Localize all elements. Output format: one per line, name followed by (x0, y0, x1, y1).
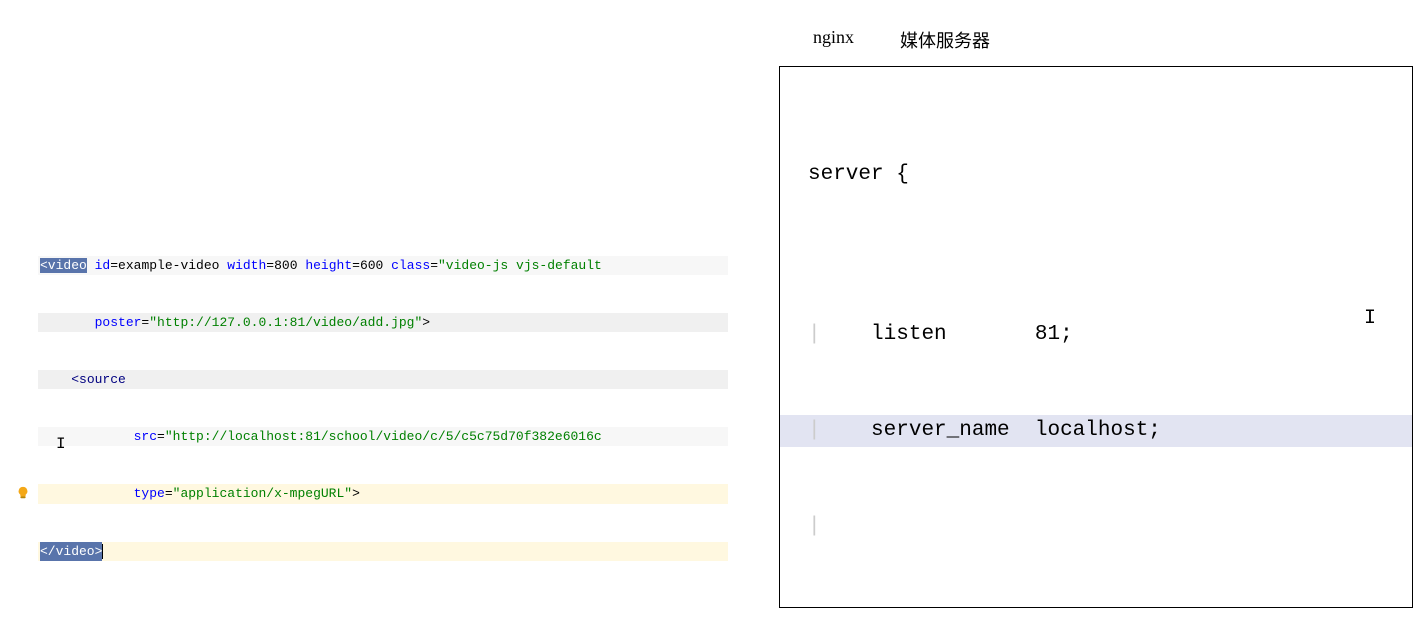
nginx-listen-line: | listen 81; (808, 319, 1412, 351)
val-type: "application/x-mpegURL" (173, 486, 352, 501)
nginx-blank-line: | (808, 607, 1412, 608)
video-close-tag: </video> (40, 542, 102, 561)
code-line-4[interactable]: src="http://localhost:81/school/video/c/… (8, 427, 728, 446)
lightbulb-icon[interactable] (16, 486, 30, 500)
val-poster: "http://127.0.0.1:81/video/add.jpg" (149, 315, 422, 330)
attr-width: width (227, 258, 266, 273)
label-nginx: nginx (813, 27, 854, 53)
video-open-tag: <video (40, 258, 87, 273)
attr-type: type (134, 486, 165, 501)
text-cursor-icon: I (56, 435, 66, 453)
right-nginx-panel: nginx 媒体服务器 server { | listen 81; | serv… (779, 27, 1413, 608)
val-id: example-video (118, 258, 219, 273)
code-line-3[interactable]: <source (8, 370, 728, 389)
source-tag: <source (71, 372, 126, 387)
left-code-editor[interactable]: <video id=example-video width=800 height… (8, 218, 728, 599)
val-width: 800 (274, 258, 297, 273)
nginx-blank-line: | (808, 511, 1412, 543)
text-cursor-icon: I (1364, 303, 1376, 335)
val-height: 600 (360, 258, 383, 273)
code-line-5[interactable]: type="application/x-mpegURL"> (8, 484, 728, 504)
attr-poster: poster (95, 315, 142, 330)
header-labels: nginx 媒体服务器 (779, 27, 1413, 53)
code-line-6[interactable]: </video> (8, 542, 728, 561)
attr-id: id (95, 258, 111, 273)
code-line-1[interactable]: <video id=example-video width=800 height… (8, 256, 728, 275)
nginx-line-server: server { (808, 159, 1412, 191)
attr-class: class (391, 258, 430, 273)
attr-height: height (305, 258, 352, 273)
label-media-server: 媒体服务器 (900, 27, 990, 53)
nginx-server-name-line: | server_name localhost; (780, 415, 1412, 447)
attr-src: src (134, 429, 157, 444)
code-line-2[interactable]: poster="http://127.0.0.1:81/video/add.jp… (8, 313, 728, 332)
text-cursor-icon (102, 544, 103, 559)
val-class: "video-js vjs-default (438, 258, 602, 273)
nginx-config-editor[interactable]: server { | listen 81; | server_name loca… (779, 66, 1413, 608)
val-src: "http://localhost:81/school/video/c/5/c5… (165, 429, 602, 444)
